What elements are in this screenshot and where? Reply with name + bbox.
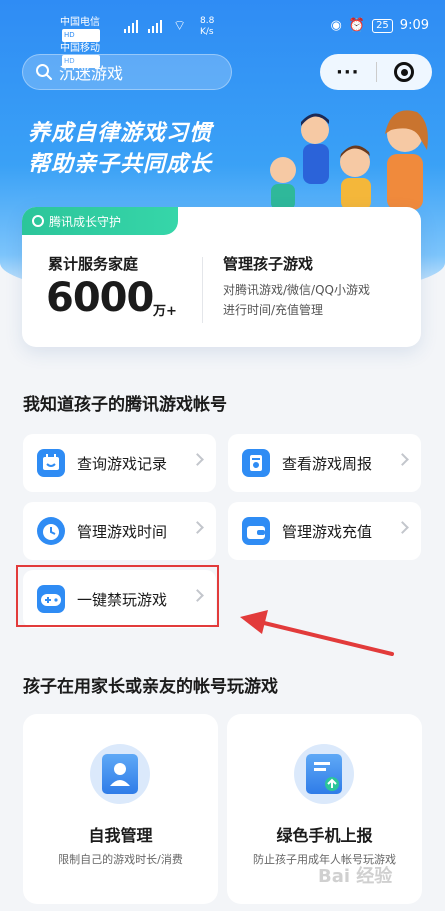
tile-label: 查看游戏周报 (282, 454, 373, 473)
search-placeholder: 沉迷游戏 (59, 64, 124, 83)
search-input[interactable]: 沉迷游戏 (22, 54, 232, 90)
manage-desc-line-2: 进行时间/充值管理 (223, 303, 324, 317)
guard-tag-label: 腾讯成长守护 (49, 214, 122, 229)
slogan-line-2: 帮助亲子共同成长 (28, 152, 213, 177)
stat-label: 累计服务家庭 (48, 255, 139, 273)
chevron-right-icon (191, 521, 204, 534)
chevron-right-icon (396, 521, 409, 534)
alarm-icon: ⏰ (348, 18, 366, 33)
card-description: 限制自己的游戏时长/消费 (58, 853, 183, 866)
guard-tag: 腾讯成长守护 (22, 207, 178, 235)
manage-title: 管理孩子游戏 (223, 255, 314, 273)
section-title-other-account: 孩子在用家长或亲友的帐号玩游戏 (23, 677, 278, 697)
net-speed: 8.8 K/s (200, 16, 214, 38)
manage-desc-line-1: 对腾讯游戏/微信/QQ小游戏 (223, 283, 370, 297)
tile-weekly-report[interactable]: 查看游戏周报 (228, 434, 421, 492)
family-illustration (270, 110, 428, 210)
net-speed-unit: K/s (200, 27, 214, 37)
wallet-icon (242, 517, 270, 545)
card-title: 绿色手机上报 (276, 826, 373, 845)
self-manage-icon (90, 744, 150, 804)
divider (202, 257, 203, 323)
miniprogram-capsule: ··· (320, 54, 432, 90)
battery-icon: 25 (372, 18, 393, 33)
eye-icon: ◉ (330, 18, 342, 33)
card-self-manage[interactable]: 自我管理 限制自己的游戏时长/消费 (23, 714, 218, 904)
tile-query-records[interactable]: 查询游戏记录 (23, 434, 216, 492)
annotation-arrow (240, 610, 394, 656)
phone-report-icon (294, 744, 354, 804)
chevron-right-icon (396, 453, 409, 466)
net-speed-value: 8.8 (200, 16, 215, 26)
report-icon (242, 449, 270, 477)
watermark: Bai 经验 (318, 866, 393, 887)
guard-summary-card: 腾讯成长守护 累计服务家庭 6000 万+ 管理孩子游戏 对腾讯游戏/微信/QQ… (22, 207, 421, 347)
search-icon (36, 64, 52, 80)
wifi-icon: ⌔ (173, 18, 187, 34)
tile-manage-time[interactable]: 管理游戏时间 (23, 502, 216, 560)
tile-label: 管理游戏充值 (282, 522, 373, 541)
stat-value: 6000 (46, 275, 154, 321)
card-title: 自我管理 (88, 826, 153, 845)
clock-time: 9:09 (399, 18, 429, 33)
ring-icon (32, 215, 44, 227)
hd-badge: HD (62, 29, 100, 42)
hero-slogan: 养成自律游戏习惯 帮助亲子共同成长 (28, 118, 212, 180)
calendar-icon (37, 449, 65, 477)
tile-label: 查询游戏记录 (77, 454, 168, 473)
annotation-highlight-box (16, 565, 219, 627)
tile-manage-recharge[interactable]: 管理游戏充值 (228, 502, 421, 560)
stat-unit: 万+ (153, 304, 177, 319)
status-bar: 中国电信 HD 中国移动 HD ⌔ 8.8 K/s ◉ ⏰ 25 9:09 (0, 0, 445, 68)
tile-label: 管理游戏时间 (77, 522, 168, 541)
alarm-clock-icon (37, 517, 65, 545)
close-button[interactable] (376, 62, 432, 82)
manage-description: 对腾讯游戏/微信/QQ小游戏 进行时间/充值管理 (223, 280, 370, 320)
close-target-icon (394, 62, 415, 82)
carrier-1: 中国电信 (60, 17, 100, 28)
section-title-known-account: 我知道孩子的腾讯游戏帐号 (23, 395, 227, 415)
status-right: ◉ ⏰ 25 9:09 (331, 18, 429, 33)
slogan-line-1: 养成自律游戏习惯 (28, 121, 213, 146)
chevron-right-icon (191, 453, 204, 466)
more-button[interactable]: ··· (320, 62, 376, 83)
